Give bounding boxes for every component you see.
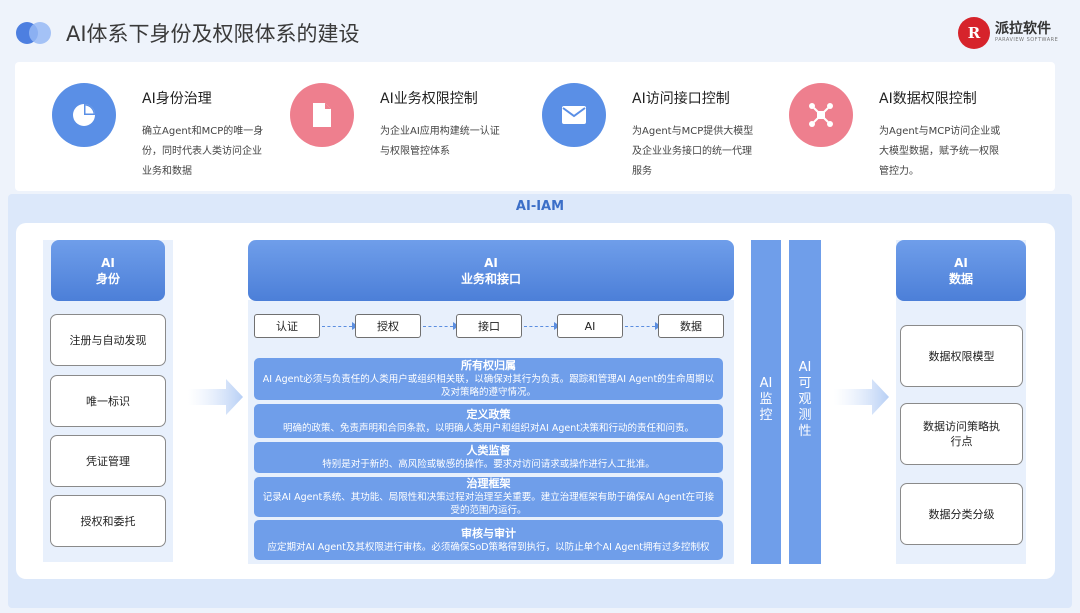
ai-observability-bar: AI可观测性 [789,240,821,564]
business-header-line2: 业务和接口 [460,271,521,286]
flow-step-authorization: 授权 [355,314,421,338]
governance-human-oversight: 人类监督 特别是对于新的、高风险或敏感的操作。要求对访问请求或操作进行人工批准。 [254,442,723,473]
flow-arrow-left-icon [188,377,244,417]
data-item: 数据访问策略执行点 [900,403,1023,465]
brand-subtitle: PARAVIEW SOFTWARE [995,37,1059,43]
governance-audit: 审核与审计 应定期对AI Agent及其权限进行审核。必须确保SoD策略得到执行… [254,520,723,560]
card-title-interface: AI访问接口控制 [632,91,730,107]
governance-framework: 治理框架 记录AI Agent系统、其功能、局限性和决策过程对治理至关重要。建立… [254,477,723,517]
data-header-line1: AI [954,255,968,270]
identity-item: 授权和委托 [50,495,166,547]
flow-arrow-icon [625,321,661,330]
data-header: AI 数据 [896,240,1026,301]
network-icon [789,83,853,147]
card-text-business: 为企业AI应用构建统一认证与权限管控体系 [380,126,500,157]
document-icon [290,83,354,147]
mail-icon [542,83,606,147]
card-text-interface: 为Agent与MCP提供大模型及企业业务接口的统一代理服务 [632,126,754,177]
brand-name: 派拉软件 [995,21,1051,37]
governance-text: 明确的政策、免责声明和合同条款，以明确人类用户和组织对AI Agent决策和行动… [283,422,694,434]
ai-observability-label: AI可观测性 [798,360,812,439]
page-title: AI体系下身份及权限体系的建设 [66,22,360,46]
governance-policy: 定义政策 明确的政策、免责声明和合同条款，以明确人类用户和组织对AI Agent… [254,404,723,438]
ai-iam-title: AI-IAM [515,199,565,214]
governance-title: 人类监督 [466,444,511,457]
governance-text: 特别是对于新的、高风险或敏感的操作。要求对访问请求或操作进行人工批准。 [322,459,655,470]
data-header-line2: 数据 [948,271,973,286]
ai-monitoring-bar: AI监控 [751,240,781,564]
business-header-line1: AI [484,255,498,270]
business-header: AI 业务和接口 [248,240,734,301]
brand-logo-icon: R [958,17,990,49]
pie-chart-icon [52,83,116,147]
governance-text: AI Agent必须与负责任的人类用户或组织相关联，以确保对其行为负责。跟踪和管… [262,374,715,398]
governance-title: 治理框架 [466,477,511,490]
flow-step-data: 数据 [658,314,724,338]
flow-arrow-right-icon [834,377,890,417]
governance-title: 审核与审计 [461,526,516,540]
identity-header-line1: AI [101,255,115,270]
flow-arrow-icon [423,321,459,330]
card-title-data: AI数据权限控制 [879,91,977,107]
title-dot-overlay-icon [29,22,51,44]
identity-item: 凭证管理 [50,435,166,487]
card-title-identity: AI身份治理 [142,91,212,107]
governance-title: 所有权归属 [461,359,516,372]
data-item: 数据权限模型 [900,325,1023,387]
data-item: 数据分类分级 [900,483,1023,545]
identity-header: AI 身份 [51,240,165,301]
governance-ownership: 所有权归属 AI Agent必须与负责任的人类用户或组织相关联，以确保对其行为负… [254,358,723,400]
ai-monitoring-label: AI监控 [759,376,773,423]
flow-step-ai: AI [557,314,623,338]
flow-step-interface: 接口 [456,314,522,338]
governance-text: 记录AI Agent系统、其功能、局限性和决策过程对治理至关重要。建立治理框架有… [262,492,715,516]
identity-item: 注册与自动发现 [50,314,166,366]
flow-arrow-icon [322,321,358,330]
flow-arrow-icon [524,321,560,330]
governance-text: 应定期对AI Agent及其权限进行审核。必须确保SoD策略得到执行，以防止单个… [267,541,710,553]
identity-header-line2: 身份 [95,271,120,286]
flow-step-authentication: 认证 [254,314,320,338]
card-text-data: 为Agent与MCP访问企业或大模型数据，赋予统一权限管控力。 [879,126,1001,177]
identity-item: 唯一标识 [50,375,166,427]
card-title-business: AI业务权限控制 [380,91,478,107]
governance-title: 定义政策 [466,407,511,421]
card-text-identity: 确立Agent和MCP的唯一身份，同时代表人类访问企业业务和数据 [142,126,264,177]
